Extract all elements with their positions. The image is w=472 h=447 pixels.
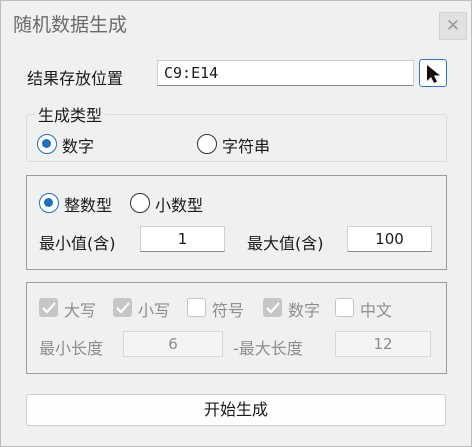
- checkbox-uppercase[interactable]: [39, 298, 58, 317]
- min-length-input[interactable]: 6: [123, 331, 223, 357]
- radio-string[interactable]: [197, 134, 217, 154]
- checkmark-icon: [266, 302, 280, 314]
- radio-string-label[interactable]: 字符串: [222, 133, 270, 157]
- max-value-input[interactable]: 100: [347, 226, 432, 252]
- min-length-label: 最小长度: [39, 339, 104, 358]
- radio-decimal-label[interactable]: 小数型: [155, 192, 203, 216]
- checkmark-icon: [42, 302, 56, 314]
- checkbox-lowercase-label: 小写: [138, 301, 171, 320]
- close-icon: ✕: [445, 16, 461, 36]
- checkbox-lowercase[interactable]: [113, 298, 132, 317]
- range-picker-button[interactable]: [419, 59, 447, 87]
- checkbox-uppercase-label: 大写: [64, 301, 97, 320]
- radio-decimal[interactable]: [130, 193, 150, 213]
- close-button[interactable]: ✕: [439, 12, 467, 40]
- result-location-label: 结果存放位置: [27, 69, 124, 88]
- checkbox-digits[interactable]: [263, 298, 282, 317]
- checkbox-symbols[interactable]: [187, 298, 206, 317]
- checkmark-icon: [116, 302, 130, 314]
- max-value-label: 最大值(含): [247, 234, 324, 253]
- checkbox-chinese[interactable]: [335, 298, 354, 317]
- min-value-input[interactable]: 1: [140, 226, 225, 252]
- radio-integer-label[interactable]: 整数型: [64, 192, 112, 216]
- max-length-label: -最大长度: [233, 339, 303, 358]
- generation-type-legend: 生成类型: [35, 102, 106, 126]
- radio-integer[interactable]: [39, 193, 59, 213]
- radio-number-label[interactable]: 数字: [62, 133, 94, 157]
- result-range-input[interactable]: C9:E14: [157, 60, 414, 86]
- checkbox-digits-label: 数字: [288, 301, 321, 320]
- min-value-label: 最小值(含): [39, 234, 116, 253]
- cursor-arrow-icon: [427, 65, 440, 83]
- title-bar: 随机数据生成 ✕: [1, 1, 471, 45]
- checkbox-symbols-label: 符号: [212, 301, 245, 320]
- checkbox-chinese-label: 中文: [360, 301, 393, 320]
- radio-number[interactable]: [37, 134, 57, 154]
- dialog-window: 随机数据生成 ✕ 结果存放位置 C9:E14 生成类型 数字 字符串 整数型 小…: [0, 0, 472, 447]
- max-length-input[interactable]: 12: [335, 331, 431, 357]
- number-settings-group: [26, 175, 447, 270]
- string-settings-group: [26, 282, 447, 374]
- window-title: 随机数据生成: [13, 14, 128, 36]
- start-generate-button[interactable]: 开始生成: [26, 394, 446, 426]
